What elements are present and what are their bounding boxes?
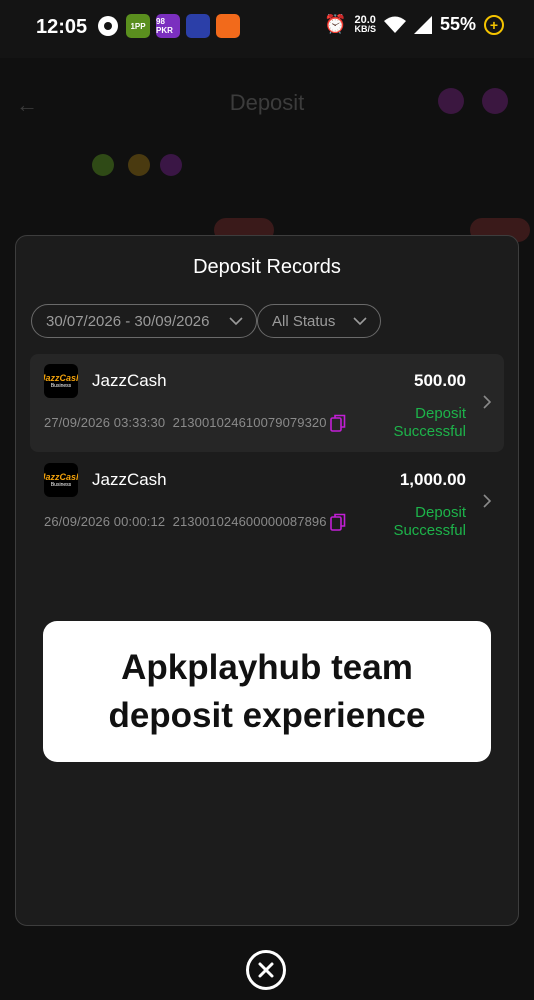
background-chip-1 (92, 154, 114, 176)
record-datetime: 27/09/2026 03:33:30 (44, 415, 166, 430)
signal-icon (413, 15, 432, 34)
payment-method: JazzCash (92, 470, 167, 489)
app-icon-98pkr: 98 PKR (156, 14, 180, 38)
status-right: ⏰ 20.0 KB/S 55% + (324, 14, 504, 35)
record-datetime: 26/09/2026 00:00:12 (44, 514, 166, 529)
app-icon-game (186, 14, 210, 38)
alarm-icon: ⏰ (324, 14, 347, 34)
record-order-id: 21300102461007907932​0 (172, 415, 327, 430)
copy-icon[interactable] (330, 513, 346, 531)
modal-title: Deposit Records (193, 256, 341, 278)
deposit-status: Deposit Successful (393, 405, 466, 440)
background-icon-2 (482, 88, 508, 114)
background-chip-2 (128, 154, 150, 176)
jazzcash-logo: JazzCash Business (44, 463, 78, 497)
payment-method: JazzCash (92, 371, 167, 390)
chevron-down-icon (353, 317, 367, 326)
wifi-icon (383, 16, 406, 33)
caption-line-2: deposit experience (108, 695, 426, 735)
close-button[interactable] (246, 950, 286, 990)
status-bar: 12:05 1PP 98 PKR ⏰ 20.0 KB/S 55% + (0, 0, 534, 58)
background-icon-1 (438, 88, 464, 114)
deposit-amount: 500.00 (414, 371, 466, 390)
record-meta: 26/09/2026 00:00:12 21300102460000008789… (44, 514, 327, 529)
chevron-right-icon (483, 395, 492, 409)
battery-saver-icon: + (484, 14, 504, 35)
net-speed: 20.0 KB/S (354, 13, 376, 34)
copy-icon[interactable] (330, 414, 346, 432)
caption-line-1: Apkplayhub team (121, 647, 413, 687)
jazzcash-logo: JazzCash Business (44, 364, 78, 398)
deposit-record-row[interactable]: JazzCash Business JazzCash 1,000.00 26/0… (30, 453, 504, 551)
record-meta: 27/09/2026 03:33:30 21300102461007907932… (44, 415, 327, 430)
status-filter[interactable]: All Status (257, 304, 381, 338)
deposit-status: Deposit Successful (393, 504, 466, 539)
chrome-icon (98, 16, 118, 36)
record-order-id: 213001024600000087896 (172, 514, 327, 529)
app-icon-1pp: 1PP (126, 14, 150, 38)
close-icon (258, 962, 274, 978)
deposit-amount: 1,000.00 (399, 470, 466, 489)
status-filter-value: All Status (272, 312, 336, 330)
promo-caption: Apkplayhub team deposit experience (43, 621, 491, 762)
deposit-records-modal: Deposit Records 30/07/2026 - 30/09/2026 … (15, 235, 519, 926)
date-range-value: 30/07/2026 - 30/09/2026 (46, 312, 210, 330)
background-chip-3 (160, 154, 182, 176)
date-range-filter[interactable]: 30/07/2026 - 30/09/2026 (31, 304, 257, 338)
chevron-right-icon (483, 494, 492, 508)
notification-icons: 1PP 98 PKR (98, 14, 240, 38)
app-icon-orange (216, 14, 240, 38)
chevron-down-icon (229, 317, 243, 326)
status-time: 12:05 (36, 16, 88, 38)
battery-percent: 55% (439, 14, 476, 34)
deposit-record-row[interactable]: JazzCash Business JazzCash 500.00 27/09/… (30, 354, 504, 452)
